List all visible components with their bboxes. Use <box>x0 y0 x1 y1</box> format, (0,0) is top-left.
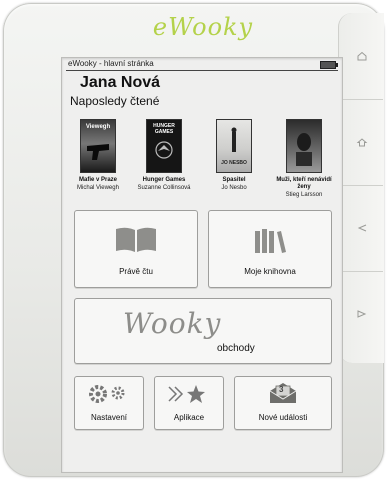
book-author: Jo Nesbo <box>221 185 247 191</box>
book-author: Suzanne Collinsová <box>137 185 191 191</box>
new-events-label: Nové události <box>258 413 308 422</box>
mockingjay-emblem-icon <box>155 141 173 159</box>
events-count-badge: 3 <box>279 385 284 394</box>
book-cover <box>286 119 322 173</box>
my-library-tile[interactable]: Moje knihovna <box>208 210 332 288</box>
book-cover: HUNGER GAMES <box>146 119 182 173</box>
book-title: Mafie v Praze <box>78 177 118 183</box>
home-icon <box>357 51 366 61</box>
book-item[interactable]: Muži, kteří nenávidí ženy Stieg Larsson <box>274 119 334 199</box>
my-library-label: Moje knihovna <box>244 267 296 276</box>
status-title: eWooky - hlavní stránka <box>68 59 154 68</box>
page-forward-button[interactable] <box>340 271 383 357</box>
gears-icon <box>89 385 125 403</box>
apps-label: Aplikace <box>173 413 205 422</box>
page-back-button[interactable] <box>340 185 383 272</box>
apps-tile[interactable]: Aplikace <box>154 376 224 430</box>
status-bar: eWooky - hlavní stránka <box>62 58 342 70</box>
shop-logo-word: Wooky <box>123 307 222 340</box>
open-book-icon <box>116 227 156 252</box>
book-cover: Viewegh <box>80 119 116 173</box>
status-divider <box>66 70 338 71</box>
settings-label: Nastavení <box>90 413 128 422</box>
reading-now-label: Právě čtu <box>119 267 153 276</box>
book-item[interactable]: JO NESBO Spasitel Jo Nesbo <box>204 119 264 192</box>
menu-button[interactable] <box>340 99 383 186</box>
book-cover: JO NESBO <box>216 119 252 173</box>
pistol-icon <box>87 144 109 160</box>
book-item[interactable]: HUNGER GAMES Hunger Games Suzanne Collin… <box>134 119 194 192</box>
recent-heading: Naposledy čtené <box>70 94 160 108</box>
apps-star-icon <box>168 385 205 403</box>
user-name: Jana Nová <box>80 74 161 91</box>
book-title: Spasitel <box>222 177 246 183</box>
home-button[interactable] <box>340 13 383 100</box>
eink-screen: eWooky - hlavní stránka Jana Nová Naposl… <box>61 57 343 473</box>
page-back-icon <box>357 224 366 232</box>
book-title: Hunger Games <box>142 177 186 183</box>
home-outline-icon <box>356 138 367 147</box>
portrait-icon <box>296 133 312 166</box>
book-author: Stieg Larsson <box>285 192 323 198</box>
book-item[interactable]: Viewegh Mafie v Praze Michal Viewegh <box>68 119 128 192</box>
battery-icon <box>320 61 338 69</box>
ereader-device: eWooky eWooky - hlavní stránka Jana Nová… <box>3 3 384 477</box>
reading-now-tile[interactable]: Právě čtu <box>74 210 198 288</box>
book-author: Michal Viewegh <box>77 185 119 191</box>
shop-label: obchody <box>217 343 255 354</box>
settings-tile[interactable]: Nastavení <box>74 376 144 430</box>
book-title: Muži, kteří nenávidí ženy <box>276 177 332 190</box>
device-brand-logo: eWooky <box>152 13 254 41</box>
new-events-tile[interactable]: 3 Nové události <box>234 376 332 430</box>
library-books-icon <box>255 229 286 253</box>
page-forward-icon <box>357 310 366 318</box>
figure-silhouette-icon <box>231 127 237 152</box>
shop-tile[interactable]: Wooky obchody <box>74 298 332 364</box>
